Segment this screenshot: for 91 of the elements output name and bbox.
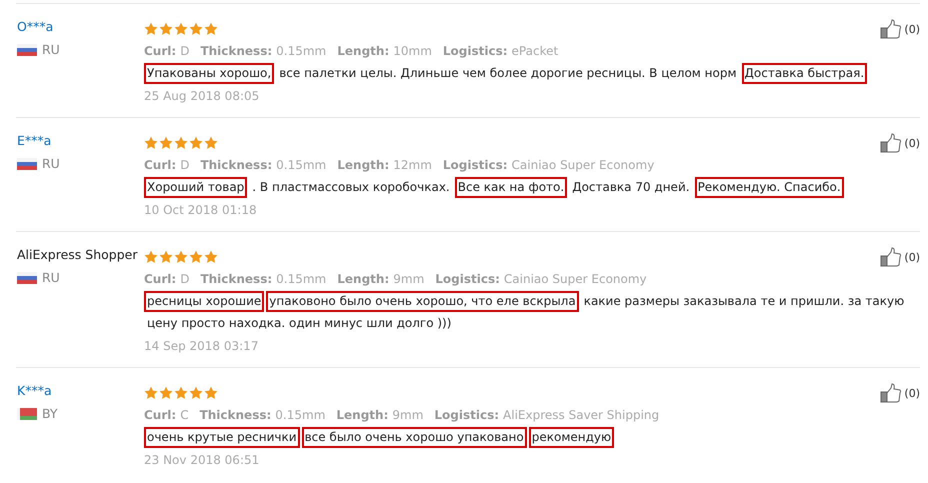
attribute-label: Length:: [337, 44, 390, 58]
star-icon: [159, 136, 173, 150]
highlighted-phrase: Все как на фото.: [454, 177, 568, 198]
star-icon: [159, 22, 173, 36]
reviewer-name[interactable]: K***a: [17, 383, 137, 398]
attribute-label: Thickness:: [200, 158, 272, 172]
thumbs-up-icon[interactable]: [880, 383, 902, 403]
attribute-value: 12mm: [393, 158, 432, 172]
attribute-label: Curl:: [144, 44, 176, 58]
review-text: Доставка 70 дней.: [571, 179, 691, 196]
star-icon: [174, 136, 188, 150]
flag-icon: [17, 272, 37, 284]
star-icon: [144, 136, 158, 150]
like-count: (0): [904, 22, 920, 36]
attribute-label: Logistics:: [442, 158, 508, 172]
attribute-label: Length:: [337, 158, 390, 172]
review-date: 23 Nov 2018 06:51: [144, 453, 260, 467]
star-icon: [159, 386, 173, 400]
attribute-value: D: [180, 44, 190, 58]
attribute-value: Cainiao Super Economy: [512, 158, 654, 172]
thumbs-up-icon[interactable]: [880, 247, 902, 267]
attribute-value: 0.15mm: [276, 44, 326, 58]
star-icon: [189, 22, 203, 36]
attribute-value: D: [180, 272, 190, 286]
country-code: RU: [42, 270, 60, 285]
attribute-label: Logistics:: [442, 44, 508, 58]
star-icon: [159, 250, 173, 264]
star-icon: [189, 386, 203, 400]
attribute-value: 9mm: [393, 272, 424, 286]
star-icon: [204, 22, 218, 36]
attribute-label: Curl:: [144, 408, 176, 422]
star-icon: [204, 386, 218, 400]
country-code: RU: [42, 42, 60, 57]
attribute-label: Curl:: [144, 158, 176, 172]
highlighted-phrase: рекомендую: [528, 427, 614, 448]
review-text: цену просто находка. один минус шли долго ))): [146, 315, 452, 332]
like-count: (0): [904, 386, 920, 400]
review-text: все палетки целы. Длиньше чем более дорогие ресницы. В целом норм: [278, 65, 738, 82]
reviewer-name: AliExpress Shopper: [17, 247, 137, 262]
star-icon: [174, 250, 188, 264]
attribute-label: Logistics:: [434, 408, 500, 422]
country-code: RU: [42, 156, 60, 171]
reviewer-name[interactable]: O***a: [17, 19, 137, 34]
attribute-value: D: [180, 158, 190, 172]
highlighted-phrase: ресницы хорошие: [144, 291, 264, 312]
attribute-value: ePacket: [512, 44, 558, 58]
highlighted-phrase: все было очень хорошо упаковано: [302, 427, 527, 448]
star-icon: [174, 386, 188, 400]
attribute-label: Logistics:: [435, 272, 500, 286]
like-count: (0): [904, 250, 920, 264]
star-icon: [144, 386, 158, 400]
flag-icon: [17, 158, 37, 170]
attribute-label: Curl:: [144, 272, 176, 286]
star-icon: [204, 136, 218, 150]
attribute-label: Thickness:: [200, 408, 272, 422]
highlighted-phrase: Хороший товар: [144, 177, 248, 198]
attribute-value: 9mm: [392, 408, 424, 422]
attribute-value: 0.15mm: [276, 158, 326, 172]
attribute-value: 10mm: [393, 44, 432, 58]
star-icon: [189, 250, 203, 264]
review-text: какие размеры заказывала те и пришли. за такую: [582, 293, 906, 310]
attribute-label: Length:: [336, 408, 388, 422]
review-text: . В пластмассовых коробочках.: [251, 179, 451, 196]
highlighted-phrase: очень крутые реснички: [144, 427, 300, 448]
highlighted-phrase: Доставка быстрая.: [742, 63, 868, 84]
review-date: 14 Sep 2018 03:17: [144, 339, 260, 353]
attribute-value: C: [180, 408, 189, 422]
attribute-value: 0.15mm: [276, 272, 326, 286]
star-icon: [144, 22, 158, 36]
star-icon: [144, 250, 158, 264]
attribute-label: Length:: [337, 272, 390, 286]
attribute-value: Cainiao Super Economy: [504, 272, 647, 286]
highlighted-phrase: Упакованы хорошо,: [144, 63, 274, 84]
attribute-value: 0.15mm: [275, 408, 326, 422]
highlighted-phrase: упаковоно было очень хорошо, что еле вскрыла: [266, 291, 579, 312]
review-date: 10 Oct 2018 01:18: [144, 203, 258, 217]
review-date: 25 Aug 2018 08:05: [144, 89, 260, 103]
attribute-value: AliExpress Saver Shipping: [503, 408, 660, 422]
flag-icon: [17, 44, 37, 56]
thumbs-up-icon[interactable]: [880, 19, 902, 39]
highlighted-phrase: Рекомендую. Спасибо.: [694, 177, 844, 198]
star-icon: [204, 250, 218, 264]
star-icon: [174, 22, 188, 36]
like-count: (0): [904, 136, 920, 150]
flag-icon: [17, 408, 37, 420]
reviewer-name[interactable]: E***a: [17, 133, 137, 148]
attribute-label: Thickness:: [200, 44, 272, 58]
star-icon: [189, 136, 203, 150]
thumbs-up-icon[interactable]: [880, 133, 902, 153]
attribute-label: Thickness:: [200, 272, 272, 286]
country-code: BY: [42, 406, 58, 421]
